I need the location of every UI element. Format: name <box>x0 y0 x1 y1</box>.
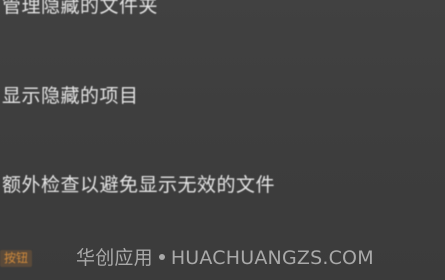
extra-check-invalid-files-item[interactable]: 额外检查以避免显示无效的文件 <box>2 173 275 197</box>
manage-hidden-folders-item[interactable]: 管理隐藏的文件夹 <box>2 0 158 18</box>
watermark-chinese-text: 华创应用 <box>76 247 153 269</box>
watermark-dot-icon <box>158 253 165 260</box>
partial-action-button[interactable]: 按钮 <box>0 250 32 267</box>
site-watermark: 华创应用 HUACHUANGZS.COM <box>76 245 374 271</box>
settings-panel: 管理隐藏的文件夹 显示隐藏的项目 额外检查以避免显示无效的文件 按钮 华创应用 H… <box>0 0 445 280</box>
watermark-domain-text: HUACHUANGZS.COM <box>170 247 374 269</box>
show-hidden-items-item[interactable]: 显示隐藏的项目 <box>2 84 139 108</box>
